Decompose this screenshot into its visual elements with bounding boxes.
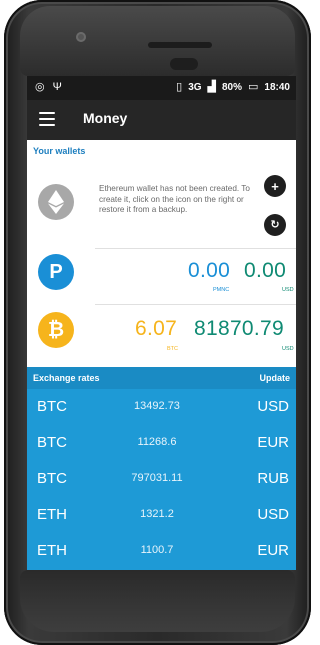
earpiece-speaker [148,42,212,48]
battery-icon: ▭ [248,81,259,93]
hamburger-menu-icon[interactable] [39,112,55,126]
update-button[interactable]: Update [259,373,290,383]
phone-bottom-bezel [20,570,295,632]
network-type: 3G [188,81,202,93]
rate-value: 797031.11 [131,472,183,484]
signal-icon: ▟ [207,81,216,93]
rate-to-currency: RUB [257,470,289,487]
btc-amount: 6.07 [135,317,178,340]
rate-from-currency: ETH [37,506,67,523]
exchange-rates-header: Exchange rates Update [27,367,296,389]
clock: 18:40 [264,81,290,93]
app-screen: ◎ Ψ ▯ 3G ▟ 80% ▭ 18:40 Money Your wallet… [27,76,296,570]
rate-value: 1100.7 [140,544,174,556]
ethereum-coin-icon [38,184,74,220]
rate-row[interactable]: ETH 1321.2 USD [27,497,296,533]
phone-frame: ◎ Ψ ▯ 3G ▟ 80% ▭ 18:40 Money Your wallet… [4,0,311,645]
rate-row[interactable]: BTC 11268.6 EUR [27,425,296,461]
rate-row[interactable]: ETH 1100.7 EUR [27,533,296,569]
wallet-divider [95,248,296,249]
vibrate-icon: ▯ [176,81,183,93]
rate-to-currency: EUR [257,434,289,451]
rate-from-currency: BTC [37,398,67,415]
pm-unit: PMNC [213,287,230,293]
rate-value: 11268.6 [137,436,177,448]
create-wallet-button[interactable]: + [264,175,286,197]
rate-value: 13492.73 [134,400,180,412]
pm-amount: 0.00 [188,259,231,282]
pm-fiat-amount: 0.00 [244,259,287,282]
exchange-rates-panel: Exchange rates Update BTC 13492.73 USD B… [27,367,296,570]
rate-to-currency: USD [257,506,289,523]
btc-unit: BTC [167,346,178,352]
rate-from-currency: BTC [37,434,67,451]
rate-value: 1321.2 [140,508,174,520]
page-title: Money [83,110,128,126]
pm-fiat-unit: USD [282,287,294,293]
battery-percent: 80% [222,81,243,93]
app-bar: Money [27,100,296,140]
btc-fiat-amount: 81870.79 [194,317,284,340]
restore-wallet-button[interactable]: ↻ [264,214,286,236]
ethereum-wallet-message: Ethereum wallet has not been created. To… [99,184,250,214]
wallets-section-label: Your wallets [33,146,86,156]
phone-top-bezel [20,6,295,76]
status-bar: ◎ Ψ ▯ 3G ▟ 80% ▭ 18:40 [27,76,296,100]
rate-row[interactable]: BTC 797031.11 RUB [27,461,296,497]
rate-to-currency: EUR [257,542,289,559]
exchange-rates-title: Exchange rates [33,373,100,383]
front-camera [76,32,86,42]
wallet-divider [95,304,296,305]
hotspot-icon: ◎ [35,81,45,93]
rate-row[interactable]: BTC 13492.73 USD [27,389,296,425]
plus-icon: + [271,178,279,194]
rate-from-currency: BTC [37,470,67,487]
rate-from-currency: ETH [37,542,67,559]
pm-coin-icon: P [38,254,74,290]
btc-fiat-unit: USD [282,346,294,352]
usb-icon: Ψ [52,81,62,93]
proximity-sensor [170,58,198,70]
rate-to-currency: USD [257,398,289,415]
restore-icon: ↻ [270,218,280,231]
bitcoin-coin-icon: ₿ [38,312,74,348]
